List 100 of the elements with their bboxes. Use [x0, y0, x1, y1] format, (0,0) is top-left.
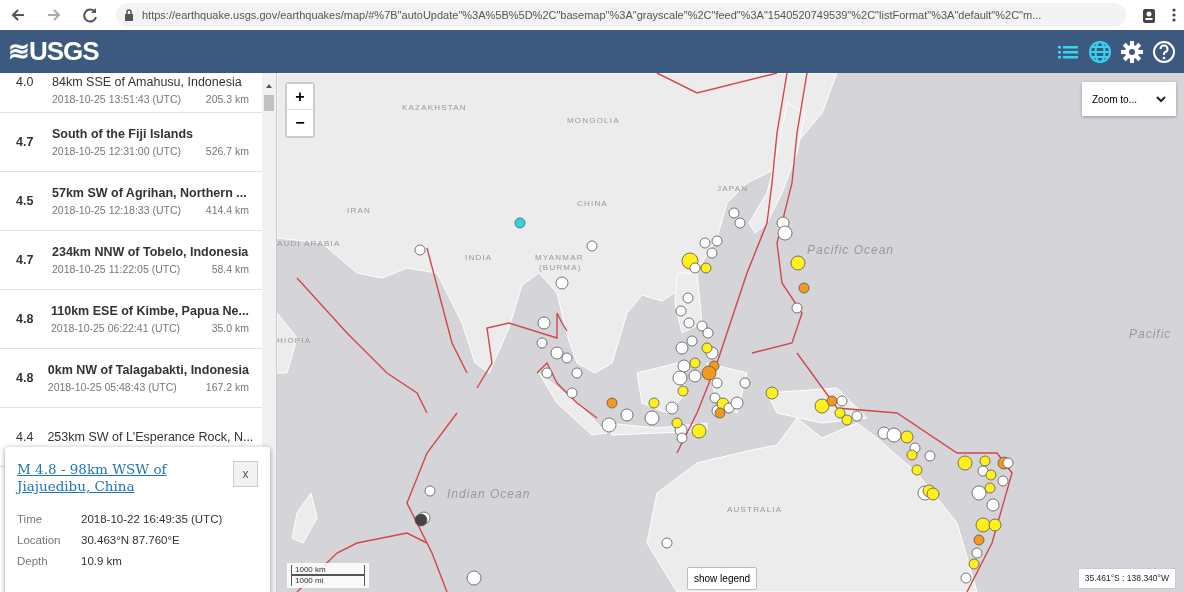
earthquake-marker[interactable]: [973, 534, 985, 546]
earthquake-marker[interactable]: [677, 385, 689, 397]
earthquake-marker[interactable]: [886, 427, 902, 443]
profile-icon[interactable]: [1142, 7, 1156, 23]
earthquake-marker[interactable]: [836, 395, 848, 407]
earthquake-marker[interactable]: [514, 217, 526, 229]
earthquake-marker[interactable]: [550, 346, 564, 360]
earthquake-marker[interactable]: [414, 244, 426, 256]
earthquake-marker[interactable]: [696, 320, 708, 332]
help-icon[interactable]: [1152, 39, 1176, 64]
earthquake-marker[interactable]: [971, 547, 983, 559]
earthquake-marker[interactable]: [997, 475, 1009, 487]
earthquake-marker[interactable]: [790, 255, 806, 271]
earthquake-marker[interactable]: [677, 359, 691, 373]
earthquake-marker[interactable]: [977, 465, 989, 477]
earthquake-marker[interactable]: [571, 367, 583, 379]
earthquake-marker[interactable]: [926, 487, 940, 501]
earthquake-marker[interactable]: [911, 464, 923, 476]
earthquake-marker[interactable]: [683, 317, 695, 329]
earthquake-marker[interactable]: [675, 305, 687, 317]
earthquake-marker[interactable]: [968, 558, 980, 570]
depth-text: 526.7 km: [205, 143, 249, 159]
earthquake-marker[interactable]: [711, 377, 723, 389]
earthquake-marker[interactable]: [672, 370, 688, 386]
earthquake-marker[interactable]: [960, 572, 972, 584]
earthquake-marker[interactable]: [700, 262, 712, 274]
zoom-to-dropdown[interactable]: Zoom to...: [1082, 82, 1176, 116]
detail-value: 30.463°N 87.760°E: [81, 533, 180, 548]
earthquake-marker[interactable]: [985, 469, 997, 481]
earthquake-marker[interactable]: [537, 316, 551, 330]
earthquake-marker[interactable]: [834, 407, 846, 419]
earthquake-marker[interactable]: [555, 276, 569, 290]
earthquake-marker[interactable]: [701, 365, 717, 381]
earthquake-marker[interactable]: [714, 407, 726, 419]
earthquake-marker[interactable]: [730, 396, 744, 410]
earthquake-marker[interactable]: [706, 247, 718, 259]
earthquake-marker[interactable]: [689, 357, 701, 369]
earthquake-marker[interactable]: [536, 337, 548, 349]
earthquake-marker[interactable]: [971, 485, 987, 501]
earthquake-marker[interactable]: [851, 410, 863, 422]
earthquake-marker[interactable]: [566, 387, 578, 399]
earthquake-marker[interactable]: [689, 262, 701, 274]
earthquake-marker[interactable]: [791, 302, 803, 314]
show-legend-button[interactable]: show legend: [687, 567, 758, 590]
usgs-logo[interactable]: ≋USGS: [8, 32, 99, 71]
earthquake-marker[interactable]: [975, 517, 991, 533]
earthquake-marker[interactable]: [676, 432, 688, 444]
zoom-in-button[interactable]: +: [287, 84, 313, 110]
magnitude-text: 4.5: [16, 193, 34, 208]
close-button[interactable]: x: [233, 461, 258, 487]
menu-icon[interactable]: [1172, 7, 1176, 23]
earthquake-marker[interactable]: [841, 414, 853, 426]
earthquake-marker[interactable]: [986, 498, 1000, 512]
earthquake-marker[interactable]: [924, 450, 936, 462]
earthquake-marker[interactable]: [1002, 457, 1014, 469]
earthquake-marker[interactable]: [728, 207, 740, 219]
earthquake-marker[interactable]: [699, 237, 711, 249]
detail-label: Location: [17, 533, 62, 548]
earthquake-marker[interactable]: [541, 367, 553, 379]
earthquake-marker[interactable]: [466, 570, 482, 586]
earthquake-marker[interactable]: [601, 417, 617, 433]
earthquake-marker[interactable]: [957, 455, 973, 471]
earthquake-marker[interactable]: [979, 455, 991, 467]
earthquake-marker[interactable]: [984, 482, 996, 494]
earthquake-marker[interactable]: [798, 282, 810, 294]
earthquake-marker[interactable]: [686, 335, 698, 347]
earthquake-marker[interactable]: [765, 386, 779, 400]
earthquake-marker[interactable]: [665, 401, 679, 415]
earthquake-marker[interactable]: [826, 395, 838, 407]
globe-icon[interactable]: [1088, 39, 1112, 64]
earthquake-marker[interactable]: [661, 537, 673, 549]
depth-text: 35.0 km: [211, 320, 249, 336]
earthquake-marker[interactable]: [561, 352, 573, 364]
time-text: 2018-10-25 06:22:41 (UTC): [51, 320, 180, 336]
earthquake-marker[interactable]: [711, 235, 723, 247]
earthquake-marker[interactable]: [644, 410, 660, 426]
scrollbar-thumb[interactable]: [264, 95, 274, 111]
earthquake-marker[interactable]: [414, 513, 428, 527]
earthquake-marker[interactable]: [739, 377, 751, 389]
earthquake-marker[interactable]: [777, 225, 793, 241]
earthquake-marker[interactable]: [586, 240, 598, 252]
earthquake-marker[interactable]: [709, 392, 721, 404]
earthquake-marker[interactable]: [424, 485, 436, 497]
earthquake-marker[interactable]: [671, 417, 683, 429]
earthquake-marker[interactable]: [701, 342, 713, 354]
earthquake-marker[interactable]: [988, 518, 1002, 532]
earthquake-marker[interactable]: [620, 408, 634, 422]
earthquake-marker[interactable]: [906, 449, 918, 461]
earthquake-marker[interactable]: [702, 327, 714, 339]
earthquake-marker[interactable]: [648, 397, 660, 409]
earthquake-marker[interactable]: [691, 423, 707, 439]
earthquake-marker[interactable]: [682, 292, 694, 304]
earthquake-marker[interactable]: [688, 369, 702, 383]
time-text: 2018-10-25 05:48:43 (UTC): [47, 379, 177, 395]
earthquake-marker[interactable]: [606, 397, 618, 409]
earthquake-marker[interactable]: [734, 217, 746, 229]
settings-icon[interactable]: [1120, 39, 1144, 64]
earthquake-marker[interactable]: [814, 398, 830, 414]
earthquake-marker[interactable]: [675, 341, 689, 355]
earthquake-marker[interactable]: [900, 430, 914, 444]
